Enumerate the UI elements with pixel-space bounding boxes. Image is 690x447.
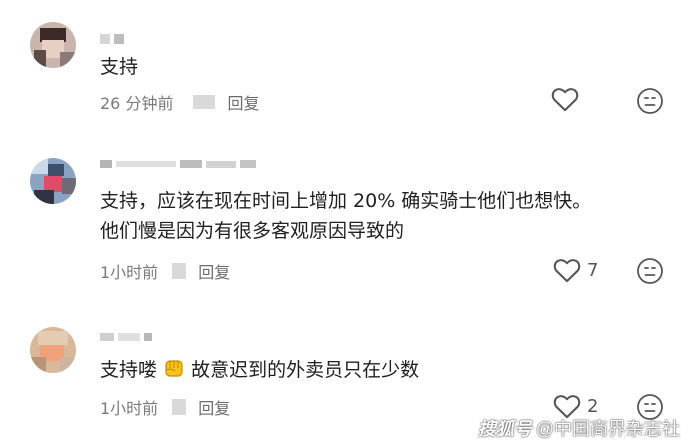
like-button[interactable]: 7 [553, 257, 598, 283]
location-blurred [172, 263, 187, 279]
username-blurred[interactable] [100, 333, 152, 341]
username-blurred[interactable] [100, 160, 256, 168]
avatar[interactable] [30, 158, 76, 204]
username-blurred[interactable] [100, 34, 124, 44]
watermark-account: @中国商界杂志社 [535, 419, 680, 439]
like-count: 2 [587, 395, 599, 417]
comment-text: 支持，应该在现在时间上增加 20% 确实骑士他们也想快。 他们慢是因为有很多客观… [100, 190, 592, 242]
comment-text: 支持喽 故意迟到的外卖员只在少数 [100, 359, 420, 381]
like-button[interactable] [551, 86, 585, 112]
watermark: 搜狐号 @中国商界杂志社 [478, 415, 680, 441]
location-blurred [193, 95, 216, 109]
reply-button[interactable]: 回复 [227, 90, 259, 114]
comment-meta: 1小时前 回复 [100, 259, 230, 283]
avatar[interactable] [30, 22, 76, 68]
comment-text: 支持 [100, 56, 139, 78]
comment-meta: 1小时前 回复 [100, 395, 230, 419]
timestamp: 1小时前 [100, 399, 159, 418]
raised-fist-emoji [165, 360, 183, 377]
reply-button[interactable]: 回复 [198, 395, 230, 419]
timestamp: 26 分钟前 [100, 94, 174, 113]
timestamp: 1小时前 [100, 263, 159, 282]
comment-meta: 26 分钟前 回复 [100, 90, 259, 114]
heart-outline-icon [551, 88, 579, 112]
neutral-face-icon[interactable] [636, 257, 664, 285]
like-count: 7 [587, 259, 599, 281]
avatar[interactable] [30, 327, 76, 373]
watermark-logo-text: 搜狐号 [477, 419, 532, 439]
reply-button[interactable]: 回复 [198, 259, 230, 283]
neutral-face-icon[interactable] [636, 87, 664, 115]
heart-outline-icon [553, 259, 581, 283]
location-blurred [172, 399, 187, 415]
